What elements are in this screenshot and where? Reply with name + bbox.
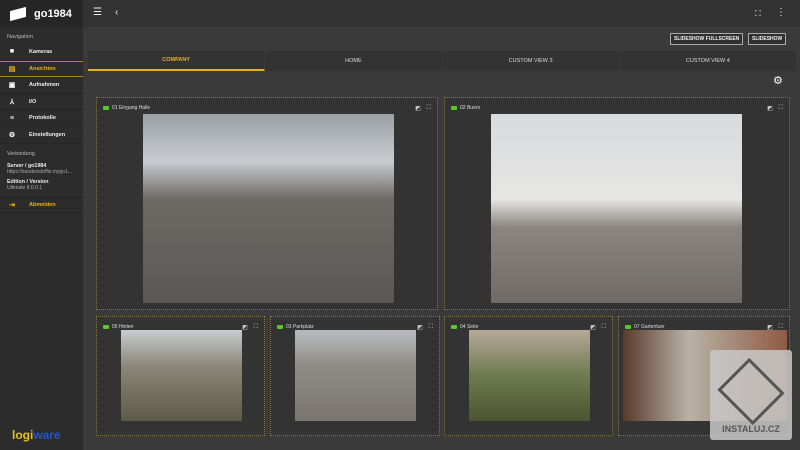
expand-icon[interactable]: ⛶ xyxy=(429,324,433,331)
camera-status-icon xyxy=(103,106,109,110)
sidebar-item-protokolle[interactable]: ≡ Protokolle xyxy=(0,110,83,127)
label: Protokolle xyxy=(29,115,56,122)
watermark-text: INSTALUJ.CZ xyxy=(722,424,780,434)
sidebar-item-einstellungen[interactable]: ⚙ Einstellungen xyxy=(0,127,83,144)
tab-company[interactable]: COMPANY xyxy=(88,51,266,71)
watermark: INSTALUJ.CZ xyxy=(710,350,792,440)
server-url: https://sundenstoffis.mygo1... xyxy=(7,168,72,175)
camera-status-icon xyxy=(103,325,109,329)
log-icon: ≡ xyxy=(9,114,15,122)
expand-icon[interactable]: ⛶ xyxy=(602,324,606,331)
camera-panel[interactable]: 01 Eingang Halle ◩ ⛶ xyxy=(96,97,438,310)
label: Aufnahmen xyxy=(29,81,60,88)
camera-status-icon xyxy=(277,325,283,329)
camera-image[interactable] xyxy=(491,114,742,303)
app-title: go1984 xyxy=(34,7,72,20)
menu-icon[interactable]: ☰ xyxy=(93,7,102,18)
camera-panel[interactable]: 04 Seite ◩ ⛶ xyxy=(444,316,613,436)
sidebar-item-kameras[interactable]: ■ Kameras xyxy=(0,44,83,61)
panel-header: 02 Buero ◩ ⛶ xyxy=(451,104,783,112)
back-icon[interactable]: ‹ xyxy=(115,7,118,18)
camera-panel[interactable]: 05 Hinten ◩ ⛶ xyxy=(96,316,265,436)
server-info: Server / go1984 https://sundenstoffis.myg… xyxy=(0,161,83,177)
view-tabs: COMPANY HOME CUSTOM VIEW 3 CUSTOM VIEW 4 xyxy=(88,51,797,71)
io-icon: ⅄ xyxy=(9,98,15,106)
sidebar-item-io[interactable]: ⅄ I/O xyxy=(0,94,83,111)
sidebar-item-aufnahmen[interactable]: ▣ Aufnahmen xyxy=(0,77,83,94)
expand-icon[interactable]: ⛶ xyxy=(779,105,783,112)
label: Abmelden xyxy=(29,201,56,208)
recordings-icon: ▣ xyxy=(8,81,16,89)
view-settings-gear-icon[interactable]: ⚙ xyxy=(773,74,783,87)
brand: go1984 xyxy=(0,0,83,27)
camera-image[interactable] xyxy=(469,330,590,421)
slideshow-button[interactable]: SLIDESHOW xyxy=(748,33,787,45)
snapshot-icon[interactable]: ◩ xyxy=(417,324,423,331)
tab-custom-view-4[interactable]: CUSTOM VIEW 4 xyxy=(620,51,797,71)
edition-info: Edition / Version Ultimate 8.0.0.1 xyxy=(0,177,83,193)
label: I/O xyxy=(29,98,37,105)
camera-status-icon xyxy=(451,325,457,329)
expand-icon[interactable]: ⛶ xyxy=(254,324,258,331)
camera-image[interactable] xyxy=(295,330,416,421)
snapshot-icon[interactable]: ◩ xyxy=(415,105,421,112)
camera-status-icon xyxy=(625,325,631,329)
label: Einstellungen xyxy=(29,131,66,138)
logout-button[interactable]: ⇥ Abmelden xyxy=(0,196,83,214)
more-icon[interactable]: ⋮ xyxy=(776,7,786,18)
snapshot-icon[interactable]: ◩ xyxy=(242,324,248,331)
watermark-logo-icon xyxy=(717,357,785,426)
gear-icon: ⚙ xyxy=(8,131,16,139)
topbar: ☰ ‹ ⛶ ⋮ xyxy=(83,0,800,27)
nav-heading: Navigation xyxy=(7,34,33,40)
logo-b: ware xyxy=(33,428,61,442)
label: Kameras xyxy=(29,48,53,55)
expand-icon[interactable]: ⛶ xyxy=(427,105,431,112)
conn-heading: Verbindung xyxy=(7,150,35,157)
logiware-logo: logiware xyxy=(12,428,61,442)
fullscreen-icon[interactable]: ⛶ xyxy=(755,9,761,19)
camera-status-icon xyxy=(451,106,457,110)
slideshow-fullscreen-button[interactable]: SLIDESHOW FULLSCREEN xyxy=(670,33,744,45)
panel-header: 01 Eingang Halle ◩ ⛶ xyxy=(103,104,431,112)
camera-panel[interactable]: 03 Parkplatz ◩ ⛶ xyxy=(270,316,440,436)
camera-image[interactable] xyxy=(121,330,242,421)
camera-image[interactable] xyxy=(143,114,394,303)
views-icon: ▤ xyxy=(8,65,16,73)
camera-icon: ■ xyxy=(9,48,15,56)
sidebar: go1984 Navigation ■ Kameras ▤ Ansichten ▣ A… xyxy=(0,0,83,450)
snapshot-icon[interactable]: ◩ xyxy=(767,105,773,112)
edition-value: Ultimate 8.0.0.1 xyxy=(7,184,43,191)
camera-panel[interactable]: 02 Buero ◩ ⛶ xyxy=(444,97,790,310)
logout-icon: ⇥ xyxy=(9,201,15,209)
sidebar-item-ansichten[interactable]: ▤ Ansichten xyxy=(0,60,83,78)
label: Ansichten xyxy=(29,65,56,72)
tab-home[interactable]: HOME xyxy=(265,51,443,71)
camera-logo-icon xyxy=(10,6,26,21)
camera-name: 02 Buero xyxy=(460,105,481,111)
snapshot-icon[interactable]: ◩ xyxy=(590,324,596,331)
tab-custom-view-3[interactable]: CUSTOM VIEW 3 xyxy=(443,51,620,71)
logo-a: logi xyxy=(12,428,34,442)
camera-name: 01 Eingang Halle xyxy=(112,105,151,111)
